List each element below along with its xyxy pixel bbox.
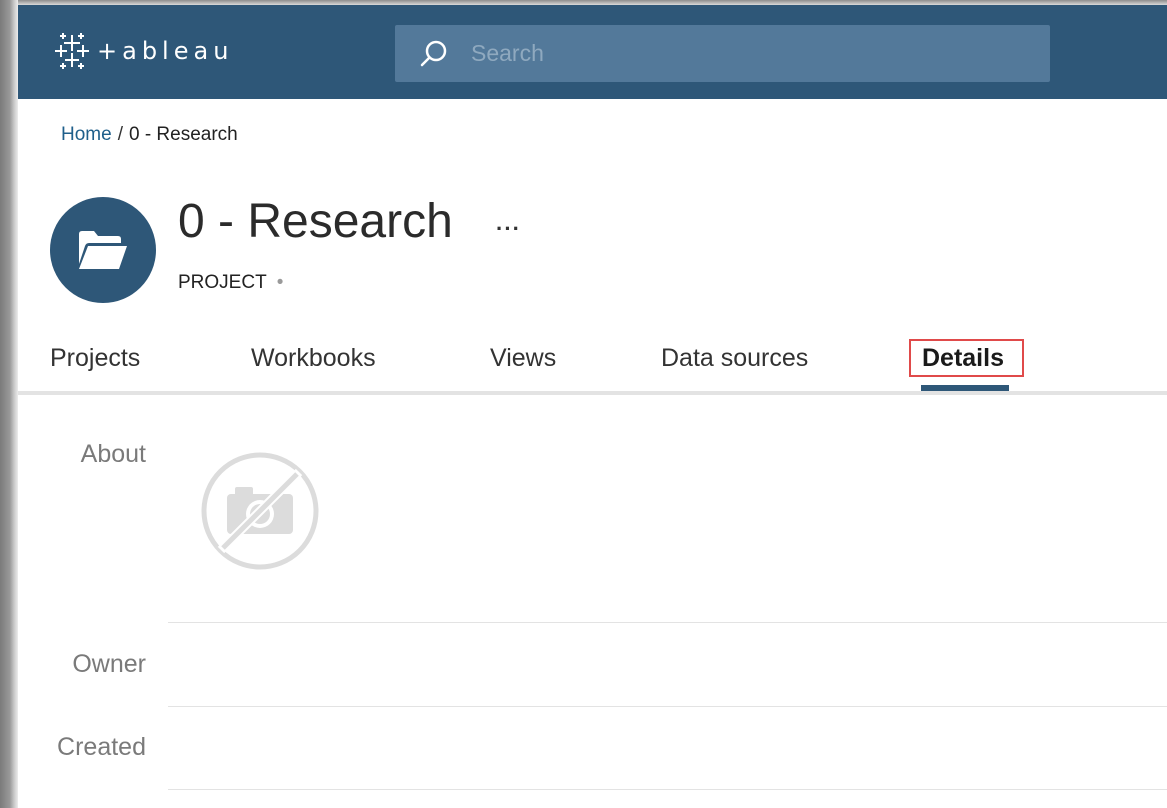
top-navigation-bar: +ableau: [18, 5, 1167, 99]
breadcrumb: Home/0 - Research: [61, 124, 238, 146]
more-actions-button[interactable]: ···: [496, 216, 521, 242]
owner-label: Owner: [72, 650, 146, 678]
details-divider: [168, 706, 1167, 707]
content-type-label: PROJECT •: [178, 272, 283, 294]
breadcrumb-home-link[interactable]: Home: [61, 124, 112, 145]
no-photo-icon: [201, 452, 319, 570]
tab-data-sources[interactable]: Data sources: [661, 344, 808, 373]
details-divider: [168, 622, 1167, 623]
tableau-logo[interactable]: +ableau: [53, 31, 233, 71]
breadcrumb-current: 0 - Research: [128, 124, 238, 145]
search-icon[interactable]: [417, 37, 451, 71]
created-label: Created: [57, 733, 146, 761]
content-type-text: PROJECT: [178, 272, 267, 293]
breadcrumb-separator: /: [117, 124, 123, 145]
search-bar[interactable]: [395, 25, 1050, 82]
page-title: 0 - Research: [178, 195, 453, 248]
subtitle-dot: •: [276, 272, 284, 293]
search-input[interactable]: [469, 39, 1013, 68]
tab-views[interactable]: Views: [490, 344, 556, 373]
folder-icon: [79, 231, 127, 269]
tableau-logo-icon: [55, 33, 89, 69]
details-divider: [168, 789, 1167, 790]
active-tab-indicator: [921, 385, 1009, 391]
window-frame-left: [0, 0, 18, 808]
tab-highlight-box: [909, 339, 1024, 377]
about-label: About: [80, 440, 146, 468]
project-avatar: [50, 197, 156, 303]
tableau-wordmark: +ableau: [97, 37, 234, 65]
tab-projects[interactable]: Projects: [50, 344, 140, 373]
tab-workbooks[interactable]: Workbooks: [251, 344, 376, 373]
